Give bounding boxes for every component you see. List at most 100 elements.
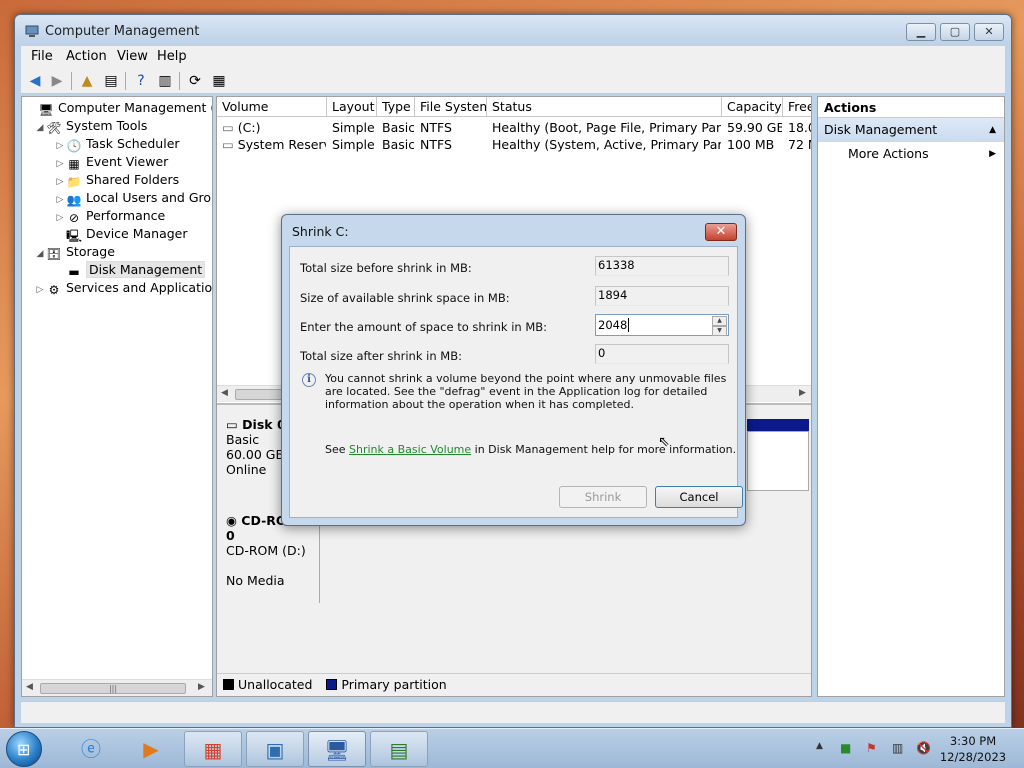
volume-muted-icon[interactable]: 🔇 <box>916 741 931 755</box>
up-folder-icon[interactable]: ▲ <box>77 71 97 91</box>
scroll-left-icon[interactable]: ◀ <box>221 388 228 398</box>
close-button[interactable]: ✕ <box>974 23 1004 41</box>
clock-time: 3:30 PM <box>949 734 997 748</box>
menu-view[interactable]: View <box>117 49 148 64</box>
cdrom-status: No Media <box>226 573 285 588</box>
system-tools-icon: 🛠 <box>46 121 62 135</box>
clock-date: 12/28/2023 <box>939 750 1007 764</box>
actions-section-disk-management[interactable]: Disk Management ▲ <box>818 118 1004 142</box>
tree-item-services-and-applications[interactable]: ▷ ⚙ Services and Applications <box>34 279 212 299</box>
shrink-amount-input[interactable]: 2048 <box>595 314 729 336</box>
media-player-icon[interactable]: ▶ <box>122 731 180 767</box>
status-bar <box>21 701 1005 723</box>
column-header-layout[interactable]: Layout <box>327 97 377 117</box>
tree-item-event-viewer[interactable]: ▷ ▦ Event Viewer <box>54 153 169 171</box>
table-row[interactable]: ▭ System Reserved Simple Basic NTFS Healthy … <box>217 136 811 153</box>
tree-item-storage[interactable]: ◢ 🗄 Storage <box>34 243 115 261</box>
task-scheduler-icon: 🕓 <box>66 139 82 153</box>
shrink-basic-volume-link[interactable]: Shrink a Basic Volume <box>349 443 471 456</box>
tree-item-performance[interactable]: ▷ ⊘ Performance <box>54 207 166 225</box>
windows-logo-icon: ⊞ <box>17 740 31 759</box>
taskbar-app-monitor-icon[interactable]: ▤ <box>370 731 428 767</box>
properties-icon[interactable]: ▦ <box>209 71 229 91</box>
cancel-button[interactable]: Cancel <box>655 486 743 508</box>
back-arrow-icon[interactable]: ◀ <box>25 71 45 91</box>
primary-partition-bar[interactable] <box>747 419 809 431</box>
tree-item-device-manager[interactable]: 🖳 Device Manager <box>54 225 188 243</box>
tree-item-label: Task Scheduler <box>86 136 180 151</box>
toolbar-separator <box>71 72 72 90</box>
expand-arrow-icon[interactable]: ▷ <box>34 281 46 299</box>
column-header-free[interactable]: Free <box>783 97 811 117</box>
menu-action[interactable]: Action <box>66 49 107 64</box>
internet-explorer-icon[interactable]: ⓔ <box>62 731 120 767</box>
dialog-body: Total size before shrink in MB: 61338 Si… <box>289 246 743 518</box>
tree-item-label: Local Users and Groups <box>86 190 212 205</box>
table-cell: Healthy (Boot, Page File, Primary Partit… <box>492 120 721 135</box>
scroll-right-icon[interactable]: ▶ <box>799 388 806 398</box>
collapse-arrow-icon[interactable]: ◢ <box>34 119 46 137</box>
scroll-left-icon[interactable]: ◀ <box>26 682 33 692</box>
dialog-close-button[interactable]: ✕ <box>705 223 737 241</box>
users-icon: 👥 <box>66 193 82 207</box>
scroll-thumb[interactable]: ||| <box>40 683 186 694</box>
table-row[interactable]: ▭ (C:) Simple Basic NTFS Healthy (Boot, Page… <box>217 119 811 136</box>
refresh-icon[interactable]: ⟳ <box>185 71 205 91</box>
computer-management-app-icon <box>25 24 39 38</box>
show-hide-action-pane-icon[interactable]: ▥ <box>155 71 175 91</box>
tree-item-disk-management[interactable]: ▬ Disk Management <box>54 261 206 279</box>
table-cell: NTFS <box>420 120 452 135</box>
taskbar-app-tiles-icon[interactable]: ▦ <box>184 731 242 767</box>
minimize-button[interactable]: ▁ <box>906 23 936 41</box>
table-cell: Simple <box>332 120 375 135</box>
toolbar: ◀ ▶ ▲ ▤ ? ▥ ⟳ ▦ <box>21 68 1005 94</box>
tray-app-icon[interactable]: ■ <box>840 741 851 755</box>
maximize-button[interactable]: ▢ <box>940 23 970 41</box>
column-header-type[interactable]: Type <box>377 97 415 117</box>
title-bar[interactable]: Computer Management ▁ ▢ ✕ <box>15 15 1011 45</box>
tree-item-local-users-and-groups[interactable]: ▷👥Local Users and Groups <box>54 189 212 207</box>
show-hide-tree-icon[interactable]: ▤ <box>101 71 121 91</box>
more-actions-item[interactable]: More Actions ▶ <box>818 142 1004 166</box>
forward-arrow-icon[interactable]: ▶ <box>47 71 67 91</box>
system-clock[interactable]: 3:30 PM 12/28/2023 <box>938 733 1008 765</box>
help-icon[interactable]: ? <box>131 71 151 91</box>
disk-legend: Unallocated Primary partition <box>217 673 811 696</box>
spin-down-button[interactable]: ▼ <box>712 326 727 336</box>
tree-horizontal-scrollbar[interactable]: ◀ ||| ▶ <box>22 679 212 696</box>
taskbar-app-computer-management-icon[interactable]: 🖥 <box>308 731 366 767</box>
collapse-arrow-icon[interactable]: ◢ <box>34 245 46 263</box>
tree-item-computer-management-local[interactable]: 🖥 Computer Management (Local <box>26 99 212 117</box>
scroll-right-icon[interactable]: ▶ <box>198 682 205 692</box>
available-shrink-value: 1894 <box>595 286 729 306</box>
collapse-icon[interactable]: ▲ <box>989 118 996 142</box>
tree-item-system-tools[interactable]: ◢ 🛠 System Tools <box>34 117 148 137</box>
column-header-status[interactable]: Status <box>487 97 722 117</box>
start-button[interactable]: ⊞ <box>6 731 42 767</box>
toolbar-separator <box>125 72 126 90</box>
volume-icon: ▭ <box>222 120 238 135</box>
column-header-capacity[interactable]: Capacity <box>722 97 783 117</box>
network-icon[interactable]: ▥ <box>892 741 903 755</box>
table-cell: Basic <box>382 120 414 135</box>
tree-item-label: Disk Management <box>86 261 206 278</box>
tree-item-shared-folders[interactable]: ▷ 📁 Shared Folders <box>54 171 180 189</box>
shrink-button[interactable]: Shrink <box>559 486 647 508</box>
total-before-value: 61338 <box>595 256 729 276</box>
toolbar-separator <box>179 72 180 90</box>
action-center-icon[interactable]: ⚑ <box>866 741 877 755</box>
partition-c-box[interactable] <box>747 431 809 491</box>
menu-help[interactable]: Help <box>157 49 187 64</box>
maximize-icon: ▢ <box>949 25 961 38</box>
column-header-file-system[interactable]: File System <box>415 97 487 117</box>
info-icon: i <box>302 373 316 387</box>
column-header-volume[interactable]: Volume <box>217 97 327 117</box>
computer-management-icon: 🖥 <box>38 103 54 117</box>
show-hidden-icons-icon[interactable]: ▲ <box>816 741 823 751</box>
menu-file[interactable]: File <box>31 49 53 64</box>
spin-up-button[interactable]: ▲ <box>712 316 727 326</box>
tree-item-label: Device Manager <box>86 226 188 241</box>
taskbar-app-control-panel-icon[interactable]: ▣ <box>246 731 304 767</box>
unallocated-swatch <box>223 679 234 690</box>
tree-item-task-scheduler[interactable]: ▷ 🕓 Task Scheduler <box>54 135 180 153</box>
